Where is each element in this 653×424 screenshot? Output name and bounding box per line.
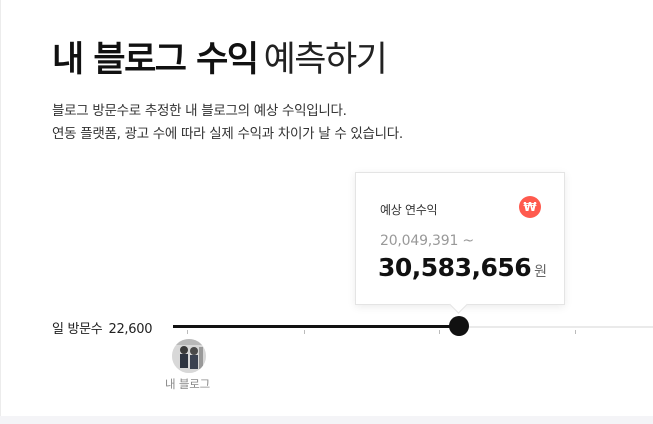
slider-tick <box>575 330 576 334</box>
slider-tick <box>304 330 305 334</box>
tooltip-value-row: 30,583,656 원 <box>378 253 547 282</box>
slider-fill <box>173 325 459 328</box>
blog-avatar <box>172 339 206 373</box>
tooltip-label: 예상 연수익 <box>380 203 438 217</box>
daily-visits-value: 22,600 <box>108 322 153 337</box>
won-icon: ₩ <box>519 196 541 218</box>
description-line-2: 연동 플랫폼, 광고 수에 따라 실제 수익과 차이가 날 수 있습니다. <box>52 126 403 142</box>
daily-visits-caption: 일 방문수 <box>52 322 103 337</box>
page-title-light: 예측하기 <box>263 40 388 80</box>
description-line-1: 블로그 방문수로 추정한 내 블로그의 예상 수익입니다. <box>52 103 347 119</box>
slider-tick <box>187 330 188 334</box>
avatar-image <box>172 339 206 373</box>
revenue-card: 내 블로그 수익 예측하기 블로그 방문수로 추정한 내 블로그의 예상 수익입니… <box>0 0 653 416</box>
slider-handle[interactable] <box>449 316 469 336</box>
page-title-bold: 내 블로그 수익 <box>52 40 259 80</box>
slider-tick <box>439 330 440 334</box>
tooltip-range: 20,049,391 ~ <box>380 233 474 249</box>
avatar-label: 내 블로그 <box>165 377 210 391</box>
tooltip-unit: 원 <box>534 264 547 280</box>
tooltip-value: 30,583,656 <box>378 253 532 282</box>
estimate-tooltip: 예상 연수익 ₩ 20,049,391 ~ 30,583,656 원 <box>355 172 565 305</box>
daily-visits-label: 일 방문수 22,600 <box>52 318 152 337</box>
page-title: 내 블로그 수익 예측하기 <box>52 36 388 84</box>
description: 블로그 방문수로 추정한 내 블로그의 예상 수익입니다. 연동 플랫폼, 광고… <box>52 100 403 146</box>
